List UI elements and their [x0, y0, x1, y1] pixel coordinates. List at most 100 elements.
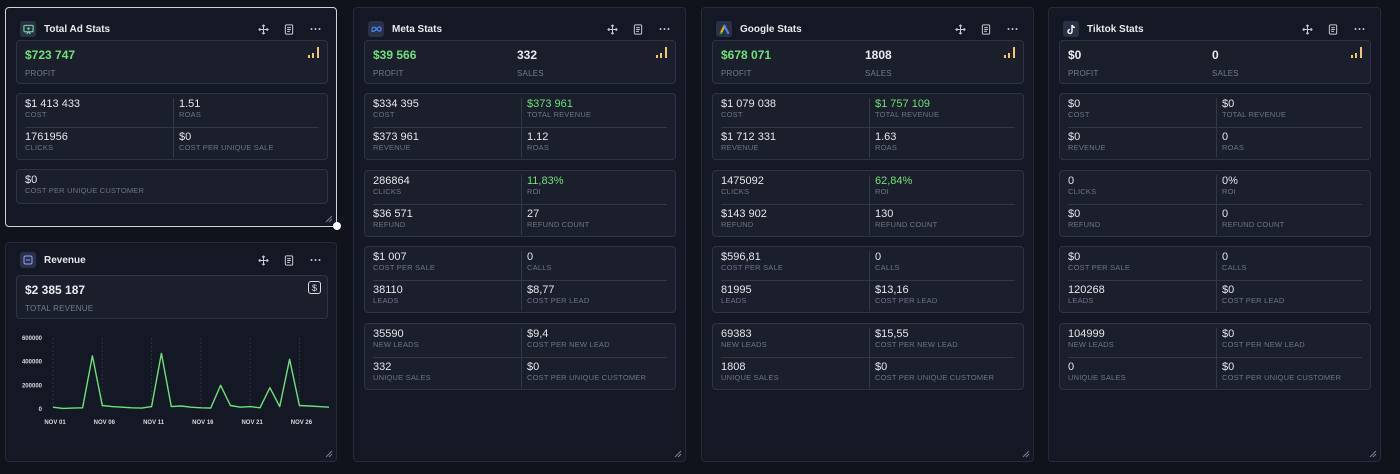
sales-value: 1808	[865, 48, 892, 62]
cost-per-unique-customer-metric: $0 COST PER UNIQUE CUSTOMER	[875, 361, 994, 382]
clicks-metric: 1761956 CLICKS	[25, 131, 68, 152]
google-stats-panel[interactable]: Google Stats $678 071 PROFIT 1808 SALES $1 07…	[701, 7, 1034, 462]
cost-metric: $1 413 433 COST	[25, 98, 81, 119]
notes-icon[interactable]	[631, 22, 645, 36]
cost-per-new-lead-metric: $9,4 COST PER NEW LEAD	[527, 328, 610, 349]
cost-per-unique-customer-metric: $0 COST PER UNIQUE CUSTOMER	[25, 174, 145, 195]
total-revenue-metric: $0 TOTAL REVENUE	[1222, 98, 1286, 119]
metric-value: $373 961	[527, 98, 573, 110]
refund-count-metric: 27 REFUND COUNT	[527, 208, 589, 229]
cost-per-lead-metric: $0 COST PER LEAD	[1222, 284, 1284, 305]
tiktok-stats-panel[interactable]: Tiktok Stats $0 PROFIT 0 SALES $0 COST $0 TOTAL …	[1048, 7, 1381, 462]
metric-label: ROAS	[527, 143, 550, 152]
metrics-card: $0 COST $0 TOTAL REVENUE $0 REVENUE 0 ROAS	[1059, 93, 1371, 160]
ad-stats-icon	[20, 21, 36, 37]
metric-value: $36 571	[373, 208, 413, 220]
divider	[1216, 328, 1217, 388]
more-icon[interactable]	[1352, 22, 1366, 36]
move-icon[interactable]	[953, 22, 967, 36]
more-icon[interactable]	[657, 22, 671, 36]
unique-sales-metric: 1808 UNIQUE SALES	[721, 361, 779, 382]
notes-icon[interactable]	[979, 22, 993, 36]
metric-label: CLICKS	[1068, 187, 1097, 196]
metric-label: UNIQUE SALES	[721, 373, 779, 382]
metric-value: $0	[1222, 98, 1235, 110]
divider	[521, 328, 522, 388]
metric-label: TOTAL REVENUE	[527, 110, 592, 119]
move-icon[interactable]	[605, 22, 619, 36]
panel-title: Revenue	[44, 254, 86, 266]
profit-label: PROFIT	[25, 69, 56, 78]
metric-value: 1808	[721, 361, 746, 373]
metric-value: $334 395	[373, 98, 419, 110]
panel-title: Meta Stats	[392, 23, 443, 35]
metric-label: ROAS	[1222, 143, 1245, 152]
metric-label: REFUND	[373, 220, 406, 229]
metric-value: 286864	[373, 175, 410, 187]
move-icon[interactable]	[1300, 22, 1314, 36]
cost-per-lead-metric: $8,77 COST PER LEAD	[527, 284, 589, 305]
metrics-card: 0 CLICKS 0% ROI $0 REFUND 0 REFUND COUNT	[1059, 170, 1371, 237]
metric-value: $0	[1068, 251, 1081, 263]
notes-icon[interactable]	[282, 22, 296, 36]
divider	[869, 175, 870, 235]
more-icon[interactable]	[1005, 22, 1019, 36]
cost-metric: $0 COST	[1068, 98, 1090, 119]
metric-label: LEADS	[721, 296, 747, 305]
resize-handle-icon[interactable]	[325, 450, 333, 458]
profit-value: $723 747	[25, 48, 76, 62]
y-tick-label: 200000	[22, 383, 43, 389]
metrics-card: 69383 NEW LEADS $15,55 COST PER NEW LEAD 180…	[712, 323, 1024, 390]
metric-label: COST PER NEW LEAD	[875, 340, 958, 349]
total-ad-stats-panel[interactable]: Total Ad Stats $723 747 PROFIT $1 413 43…	[5, 7, 337, 227]
metric-value: 62,84%	[875, 175, 913, 187]
metric-value: 38110	[373, 284, 403, 296]
move-icon[interactable]	[256, 22, 270, 36]
unique-sales-metric: 0 UNIQUE SALES	[1068, 361, 1126, 382]
metric-value: 130	[875, 208, 894, 220]
sales-value: 0	[1212, 48, 1219, 62]
meta-stats-panel[interactable]: Meta Stats $39 566 PROFIT 332 SALES $334 395 C…	[353, 7, 686, 462]
revenue-panel[interactable]: Revenue $2 385 187 TOTAL REVENUE $ 60000…	[5, 242, 337, 462]
bar-chart-icon	[308, 47, 319, 58]
metric-label: COST PER LEAD	[875, 296, 938, 305]
move-icon[interactable]	[256, 253, 270, 267]
metric-value: 0	[1068, 361, 1075, 373]
resize-dot[interactable]	[333, 222, 341, 230]
divider	[721, 357, 1015, 358]
metric-value: $9,4	[527, 328, 549, 340]
metric-value: 11,83%	[527, 175, 564, 187]
x-tick-label: NOV 16	[192, 420, 214, 426]
metric-value: $0	[875, 361, 888, 373]
metric-label: NEW LEADS	[1068, 340, 1114, 349]
profit-label: PROFIT	[721, 69, 752, 78]
bar-chart-icon	[1004, 47, 1015, 58]
leads-metric: 38110 LEADS	[373, 284, 403, 305]
metric-label: REVENUE	[1068, 143, 1106, 152]
roas-metric: 1.63 ROAS	[875, 131, 897, 152]
metric-label: COST	[1068, 110, 1090, 119]
metrics-card: 1475092 CLICKS 62,84% ROI $143 902 REFUND 130 R…	[712, 170, 1024, 237]
notes-icon[interactable]	[1326, 22, 1340, 36]
resize-handle-icon[interactable]	[674, 450, 682, 458]
divider	[869, 98, 870, 158]
resize-handle-icon[interactable]	[1022, 450, 1030, 458]
metric-value: 0%	[1222, 175, 1238, 187]
x-tick-label: NOV 26	[291, 420, 313, 426]
metric-value: $0	[1222, 328, 1235, 340]
more-icon[interactable]	[308, 22, 322, 36]
profit-value: $0	[1068, 48, 1082, 62]
resize-handle-icon[interactable]	[325, 215, 333, 223]
more-icon[interactable]	[308, 253, 322, 267]
profit-value: $39 566	[373, 48, 417, 62]
summary-card: $39 566 PROFIT 332 SALES	[364, 40, 676, 84]
customer-cost-card: $0 COST PER UNIQUE CUSTOMER	[16, 169, 328, 204]
refund-count-metric: 0 REFUND COUNT	[1222, 208, 1284, 229]
notes-icon[interactable]	[282, 253, 296, 267]
metric-label: CLICKS	[721, 187, 750, 196]
resize-handle-icon[interactable]	[1369, 450, 1377, 458]
total-revenue-metric: $1 757 109 TOTAL REVENUE	[875, 98, 939, 119]
metric-value: $0	[1068, 98, 1081, 110]
revenue-metric: $0 REVENUE	[1068, 131, 1106, 152]
divider	[25, 127, 319, 128]
